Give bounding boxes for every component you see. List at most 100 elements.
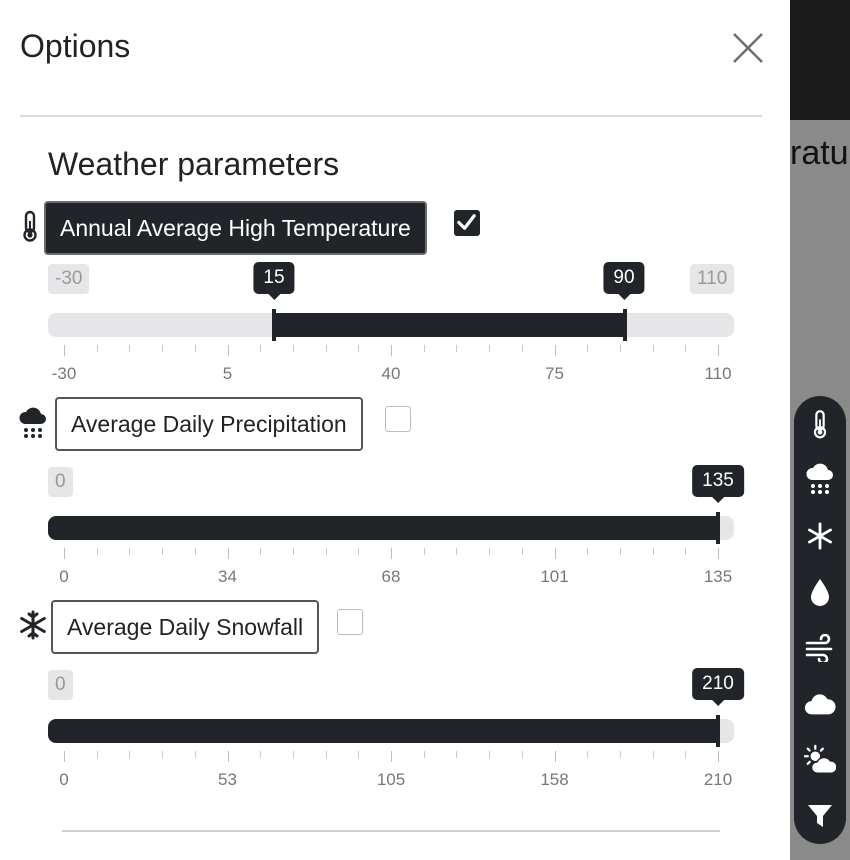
tick-label: 0 [59, 770, 69, 789]
tick-minor [129, 345, 131, 352]
options-drawer: Options Weather parameters Annual Averag… [0, 0, 790, 860]
close-button[interactable] [728, 28, 768, 68]
tick-minor [489, 345, 491, 352]
tick-minor [521, 548, 523, 555]
dock-sun-cloud-button[interactable] [804, 742, 836, 778]
dock-wind-button[interactable] [804, 630, 836, 666]
tick-minor [96, 751, 98, 758]
tick-minor [685, 548, 687, 555]
tick-label: 210 [703, 770, 733, 789]
slider-high-value-precipitation: 135 [692, 465, 744, 503]
dock-snowfall-button[interactable] [804, 518, 836, 554]
tick-minor [456, 548, 458, 555]
tick-minor [325, 548, 327, 555]
tick-minor [260, 751, 262, 758]
param-button-snowfall[interactable]: Average Daily Snowfall [51, 600, 320, 654]
tick-minor [423, 548, 425, 555]
tick-major [64, 345, 65, 356]
tick-minor [292, 751, 294, 758]
dock-precipitation-button[interactable] [804, 460, 836, 496]
slider-high-value-snowfall: 210 [692, 668, 744, 706]
tick-major [718, 548, 719, 559]
tick-label: -30 [51, 364, 77, 383]
tick-minor [423, 345, 425, 352]
slider-high-value-temperature: 90 [603, 262, 645, 300]
filter-icon [808, 805, 832, 827]
slider-min-label-snowfall: 0 [48, 670, 73, 700]
slider-track-snowfall[interactable] [48, 719, 734, 743]
slider-track-precipitation[interactable] [48, 516, 734, 540]
slider-min-label-precipitation: 0 [48, 467, 73, 497]
tick-major [718, 345, 719, 356]
tick-major [554, 751, 556, 762]
footer-divider [62, 830, 720, 832]
tick-label: 135 [703, 567, 733, 586]
tick-minor [325, 345, 327, 352]
tick-minor [96, 345, 98, 352]
slider-handle-high-temperature[interactable] [623, 309, 627, 341]
slider-handle-precipitation[interactable] [716, 512, 720, 544]
checkbox-precipitation[interactable] [385, 406, 411, 432]
tick-major [64, 548, 65, 559]
tick-label: 158 [540, 770, 569, 789]
dock-cloud-button[interactable] [804, 686, 836, 722]
dock-humidity-button[interactable] [804, 574, 836, 610]
tick-minor [260, 548, 262, 555]
checkbox-snowfall[interactable] [337, 609, 363, 635]
parameter-dock [794, 396, 846, 844]
tick-major [554, 345, 556, 356]
slider-range-precipitation [48, 516, 718, 540]
dock-thermometer-button[interactable] [804, 406, 836, 442]
tick-minor [162, 751, 164, 758]
param-button-temperature[interactable]: Annual Average High Temperature [44, 201, 427, 255]
tick-minor [652, 345, 654, 352]
background-partial-text: ratu [790, 134, 849, 172]
slider-track-temperature[interactable] [48, 313, 734, 337]
drawer-title: Options [20, 28, 131, 64]
tick-major [227, 345, 229, 356]
tick-minor [358, 345, 360, 352]
cloud-rain-icon [806, 463, 833, 494]
tick-label: 68 [381, 567, 401, 586]
param-button-precipitation[interactable]: Average Daily Precipitation [55, 397, 363, 451]
sun-cloud-icon [804, 744, 836, 774]
tick-minor [423, 751, 425, 758]
tick-label: 34 [218, 567, 237, 586]
tick-minor [129, 548, 131, 555]
tick-minor [162, 548, 164, 555]
section-title: Weather parameters [48, 146, 340, 182]
tick-minor [652, 751, 654, 758]
tick-minor [685, 751, 687, 758]
tick-minor [292, 345, 294, 352]
header-divider [20, 115, 762, 117]
tick-minor [162, 345, 164, 352]
checkbox-temperature[interactable] [454, 210, 480, 236]
tick-minor [456, 751, 458, 758]
tick-major [227, 751, 229, 762]
slider-handle-snowfall[interactable] [716, 715, 720, 747]
dock-filter-button[interactable] [804, 798, 836, 834]
slider-low-value-temperature: 15 [253, 262, 295, 300]
droplet-icon [811, 579, 829, 606]
tick-minor [619, 548, 621, 555]
tick-minor [260, 345, 262, 352]
tick-minor [358, 548, 360, 555]
tick-minor [587, 345, 589, 352]
slider-max-label-temperature: 110 [690, 264, 735, 294]
tick-label: 110 [704, 364, 732, 383]
tick-major [718, 751, 719, 762]
tick-minor [489, 548, 491, 555]
tick-label: 75 [545, 364, 564, 383]
tick-major [227, 548, 229, 559]
tick-minor [194, 548, 196, 555]
tick-label: 101 [540, 567, 569, 586]
tick-label: 0 [59, 567, 69, 586]
slider-handle-low-temperature[interactable] [272, 309, 276, 341]
slider-range-temperature [274, 313, 624, 337]
tick-label: 5 [222, 364, 233, 383]
close-icon [733, 33, 763, 63]
tick-minor [619, 751, 621, 758]
tick-minor [194, 751, 196, 758]
tick-minor [521, 751, 523, 758]
checkmark-icon [457, 214, 476, 230]
